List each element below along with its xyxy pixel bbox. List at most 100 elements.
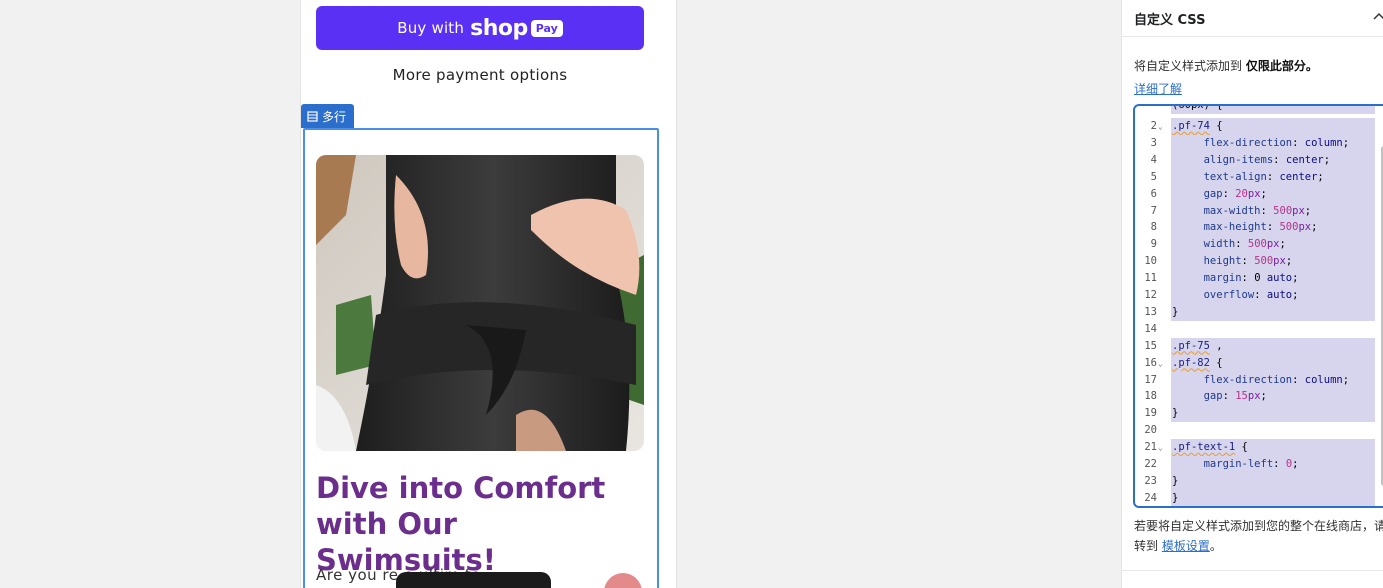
css-code-editor[interactable]: (60px) { 2 ⌄ .pf-74 {3 flex-direction: col…	[1133, 104, 1383, 508]
line-number: 8	[1150, 221, 1157, 234]
swimsuit-image	[316, 155, 644, 451]
line-number: 19	[1144, 407, 1157, 420]
fold-chevron-icon[interactable]: ⌄	[1158, 118, 1168, 135]
note-prefix: 转到	[1134, 539, 1162, 553]
code-line: 11 margin: 0 auto;	[1135, 270, 1383, 288]
code-line: 7 max-width: 500px;	[1135, 202, 1383, 220]
code-text: gap: 15px;	[1171, 388, 1375, 406]
code-line: 6 gap: 20px;	[1135, 185, 1383, 203]
code-line: 14	[1135, 321, 1383, 338]
line-number: 14	[1144, 322, 1157, 335]
custom-css-title: 自定义 CSS	[1134, 13, 1206, 28]
note-line-2: 转到 模板设置。	[1134, 536, 1383, 556]
line-number: 21	[1144, 441, 1157, 454]
code-text: align-items: center;	[1171, 151, 1375, 169]
note-suffix: 。	[1209, 539, 1222, 553]
line-number: 6	[1150, 187, 1157, 200]
code-line: 22 margin-left: 0;	[1135, 456, 1383, 473]
code-line-partial: (60px) {	[1135, 106, 1383, 114]
buy-with-shop-pay-button[interactable]: Buy with shop Pay	[316, 6, 644, 50]
chevron-up-icon[interactable]	[1372, 10, 1383, 24]
code-line: 19}	[1135, 405, 1383, 423]
fold-chevron-icon[interactable]: ⌄	[1158, 439, 1168, 456]
section-headline: Dive into Comfort with Our Swimsuits!	[316, 471, 606, 577]
code-line: 17 flex-direction: column;	[1135, 371, 1383, 389]
code-line: 5 text-align: center;	[1135, 168, 1383, 186]
code-line: 2 ⌄ .pf-74 {	[1135, 118, 1383, 135]
code-text: }	[1171, 303, 1375, 321]
line-number: 9	[1150, 238, 1157, 251]
line-number: 10	[1144, 255, 1157, 268]
code-line: 4 align-items: center;	[1135, 151, 1383, 169]
code-line: 23}	[1135, 472, 1383, 490]
line-number: 18	[1144, 390, 1157, 403]
description-text: 将自定义样式添加到	[1134, 59, 1246, 73]
line-number: 5	[1150, 170, 1157, 183]
pay-badge: Pay	[530, 19, 563, 37]
description-emphasis: 仅限此部分。	[1245, 59, 1318, 73]
code-text: margin-left: 0;	[1171, 456, 1375, 473]
code-text: overflow: auto;	[1171, 287, 1375, 304]
code-line: 10 height: 500px;	[1135, 253, 1383, 271]
multirow-grid-icon	[307, 110, 318, 122]
code-text: gap: 20px;	[1171, 185, 1375, 203]
code-text: height: 500px;	[1171, 253, 1375, 271]
code-line: 20	[1135, 422, 1383, 439]
code-text: flex-direction: column;	[1171, 371, 1375, 389]
note-line-1: 若要将自定义样式添加到您的整个在线商店，请	[1134, 519, 1383, 533]
section-tag-label: 多行	[322, 109, 347, 124]
code-line: 8 max-height: 500px;	[1135, 219, 1383, 237]
theme-settings-note: 若要将自定义样式添加到您的整个在线商店，请 转到 模板设置。	[1134, 516, 1383, 556]
code-text: max-width: 500px;	[1171, 202, 1375, 220]
custom-css-description: 将自定义样式添加到 仅限此部分。	[1134, 57, 1318, 74]
code-line: 13}	[1135, 303, 1383, 321]
line-number: 2	[1150, 120, 1157, 132]
code-text: .pf-75 ,	[1171, 337, 1375, 355]
divider	[1122, 36, 1383, 37]
code-line: 3 flex-direction: column;	[1135, 134, 1383, 152]
storefront-preview: Buy with shop Pay More payment options 多…	[300, 0, 677, 588]
fold-chevron-icon[interactable]: ⌄	[1158, 355, 1168, 372]
line-number: 16	[1144, 356, 1157, 369]
code-text: (60px) {	[1171, 106, 1375, 114]
shop-logo-text: shop	[470, 15, 528, 41]
line-number: 13	[1144, 305, 1157, 318]
section-tag[interactable]: 多行	[301, 104, 355, 128]
line-number: 17	[1144, 373, 1157, 386]
code-line: 9 width: 500px;	[1135, 236, 1383, 254]
line-number: 11	[1144, 272, 1157, 285]
divider	[1122, 570, 1383, 571]
code-line: 12 overflow: auto;	[1135, 287, 1383, 304]
line-number: 23	[1144, 474, 1157, 487]
code-line: 18 gap: 15px;	[1135, 388, 1383, 406]
more-payment-options-link[interactable]: More payment options	[301, 66, 659, 84]
swimsuit-photo	[316, 155, 644, 451]
line-number: 3	[1150, 136, 1157, 149]
line-number: 20	[1144, 424, 1157, 437]
code-text: }	[1171, 405, 1375, 423]
code-line: 21 ⌄ .pf-text-1 {	[1135, 439, 1383, 457]
code-text: }	[1171, 472, 1375, 490]
code-text: flex-direction: column;	[1171, 134, 1375, 152]
line-number: 15	[1144, 339, 1157, 352]
settings-panel: 自定义 CSS 将自定义样式添加到 仅限此部分。 详细了解 (60px) { 2…	[1121, 0, 1383, 588]
code-text: margin: 0 auto;	[1171, 270, 1375, 288]
code-text: max-height: 500px;	[1171, 219, 1375, 237]
line-number: 24	[1144, 491, 1157, 504]
code-text: text-align: center;	[1171, 168, 1375, 186]
floating-toolbar[interactable]	[396, 572, 551, 588]
learn-more-link[interactable]: 详细了解	[1134, 80, 1182, 97]
theme-settings-link[interactable]: 模板设置	[1162, 539, 1210, 553]
code-line: 15 .pf-75 ,	[1135, 337, 1383, 355]
line-number: 12	[1144, 289, 1157, 301]
code-text: .pf-text-1 {	[1171, 439, 1375, 457]
code-text: width: 500px;	[1171, 236, 1375, 254]
code-text: }	[1171, 489, 1375, 506]
line-number: 22	[1144, 458, 1157, 470]
buy-label: Buy with	[397, 19, 465, 37]
code-text: .pf-82 {	[1171, 354, 1375, 372]
code-line: 24}	[1135, 489, 1383, 506]
line-number: 4	[1150, 153, 1157, 166]
line-number: 7	[1150, 204, 1157, 217]
code-text: .pf-74 {	[1171, 118, 1375, 135]
